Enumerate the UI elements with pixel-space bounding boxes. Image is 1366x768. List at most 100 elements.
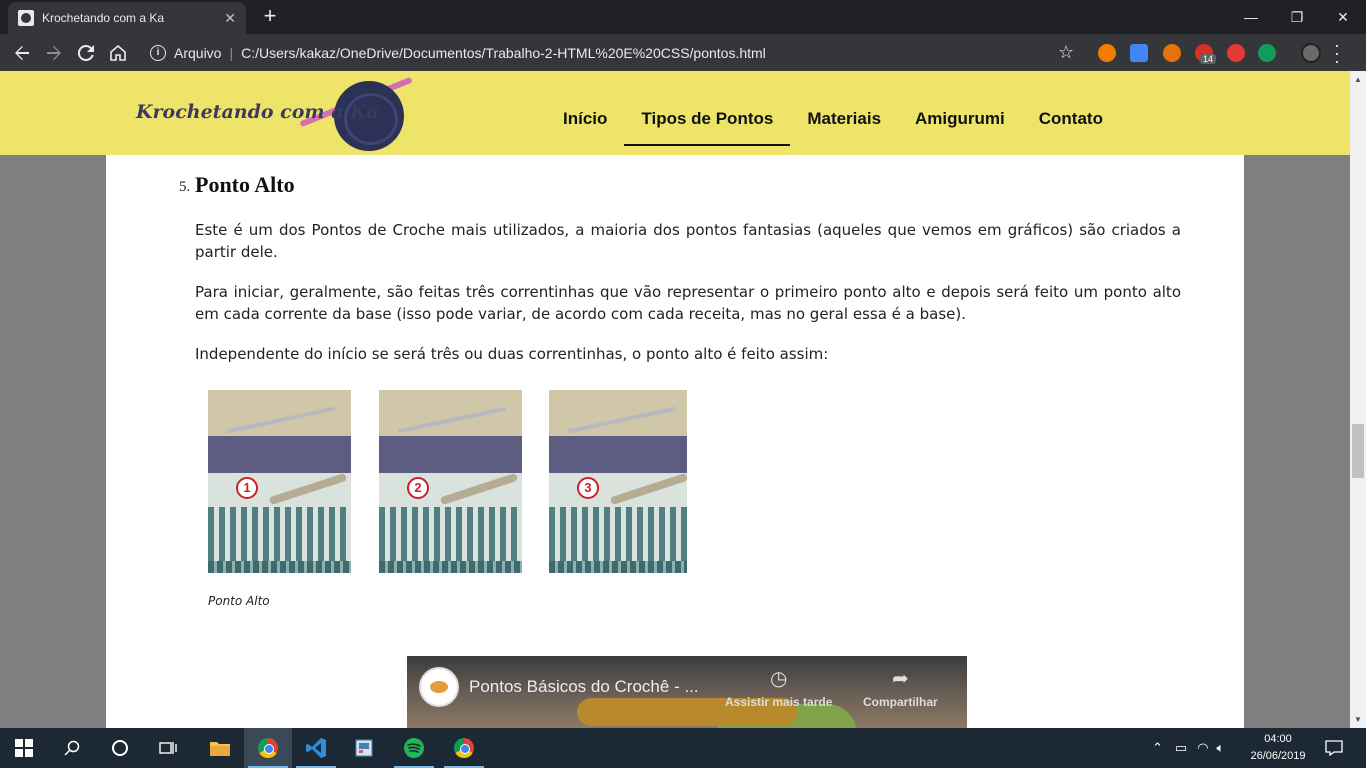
- browser-tab[interactable]: Krochetando com a Ka ✕: [8, 2, 246, 34]
- video-title[interactable]: Pontos Básicos do Crochê - ...: [469, 677, 699, 697]
- browser-tab-strip: Krochetando com a Ka ✕ + — ❐ ✕: [0, 0, 1366, 34]
- stitch-photo: [379, 390, 522, 473]
- reload-button[interactable]: [70, 37, 102, 69]
- site-info-icon[interactable]: i: [150, 44, 166, 61]
- windows-taskbar: ⌃ ▭ ◠ 🔈︎ 04:00 26/06/2019: [0, 728, 1366, 768]
- youtube-icon[interactable]: [1227, 44, 1245, 62]
- page-viewport: Krochetando com a Ka Início Tipos de Pon…: [0, 71, 1350, 728]
- hook-icon: [439, 472, 519, 506]
- chrome-taskbar-button[interactable]: [244, 728, 292, 768]
- nav-tipos-de-pontos[interactable]: Tipos de Pontos: [624, 80, 791, 146]
- notification-badge: 14: [1200, 54, 1217, 64]
- channel-avatar[interactable]: [419, 667, 459, 707]
- battery-icon[interactable]: ▭: [1175, 740, 1187, 756]
- minimize-button[interactable]: —: [1228, 0, 1274, 34]
- list-number: 5.: [179, 179, 191, 195]
- nav-amigurumi[interactable]: Amigurumi: [898, 80, 1022, 146]
- cortana-icon[interactable]: [96, 728, 144, 768]
- clock-date: 26/06/2019: [1250, 750, 1306, 762]
- scroll-up-icon[interactable]: ▲: [1354, 75, 1362, 84]
- home-icon: [110, 44, 126, 61]
- forward-button[interactable]: [38, 37, 70, 69]
- stitch-photo: [208, 390, 351, 473]
- browser-toolbar: i Arquivo | C:/Users/kakaz/OneDrive/Docu…: [0, 34, 1366, 71]
- step-number-badge: 2: [407, 477, 429, 499]
- close-window-button[interactable]: ✕: [1320, 0, 1366, 34]
- nav-contato[interactable]: Contato: [1022, 80, 1120, 146]
- browser-menu-icon[interactable]: · · ·: [1334, 36, 1340, 70]
- chrome-icon-2: [454, 738, 474, 758]
- clock-icon: ◷: [769, 668, 788, 690]
- profile-avatar[interactable]: [1301, 43, 1321, 63]
- system-tray: ⌃ ▭ ◠ 🔈︎: [1152, 728, 1224, 768]
- file-explorer-icon[interactable]: [196, 728, 244, 768]
- stitch-step-image-1: 1: [208, 390, 351, 573]
- site-logo[interactable]: Krochetando com a Ka: [136, 101, 379, 123]
- translate-icon[interactable]: [1130, 44, 1148, 62]
- hook-icon: [268, 472, 348, 506]
- watch-later-label: Assistir mais tarde: [725, 695, 833, 709]
- chrome-taskbar-button-2[interactable]: [440, 728, 488, 768]
- bookmark-star-icon[interactable]: ☆: [1058, 42, 1074, 63]
- stitch-diagram: 1: [208, 472, 351, 573]
- scroll-down-icon[interactable]: ▼: [1354, 715, 1362, 724]
- paint-icon: [355, 739, 373, 757]
- main-content: 5. Ponto Alto Este é um dos Pontos de Cr…: [106, 155, 1244, 728]
- maximize-button[interactable]: ❐: [1274, 0, 1320, 34]
- paint-taskbar-button[interactable]: [340, 728, 388, 768]
- youtube-video-embed[interactable]: Pontos Básicos do Crochê - ... ◷ Assisti…: [407, 656, 967, 728]
- paragraph-instructions: Independente do início se será três ou d…: [195, 345, 829, 363]
- volume-icon[interactable]: 🔈︎: [1217, 740, 1225, 756]
- taskbar-clock[interactable]: 04:00 26/06/2019: [1248, 731, 1308, 765]
- chat-icon[interactable]: [1258, 44, 1276, 62]
- start-button[interactable]: [0, 728, 48, 768]
- step-number-badge: 3: [577, 477, 599, 499]
- step-number-badge: 1: [236, 477, 258, 499]
- reload-icon: [78, 44, 94, 61]
- stitch-photo: [549, 390, 687, 473]
- paragraph-intro: Este é um dos Pontos de Croche mais util…: [195, 221, 1181, 261]
- site-header: Krochetando com a Ka Início Tipos de Pon…: [0, 71, 1350, 155]
- chrome-icon: [258, 738, 278, 758]
- nav-inicio[interactable]: Início: [546, 80, 624, 146]
- watch-later-button[interactable]: ◷ Assistir mais tarde: [725, 666, 832, 709]
- wifi-icon[interactable]: ◠: [1197, 740, 1208, 756]
- stitch-step-image-2: 2: [379, 390, 522, 573]
- nav-materiais[interactable]: Materiais: [790, 80, 898, 146]
- vscode-taskbar-button[interactable]: [292, 728, 340, 768]
- figure-caption: Ponto Alto: [208, 594, 270, 608]
- clock-time: 04:00: [1264, 733, 1292, 745]
- search-icon[interactable]: [48, 728, 96, 768]
- address-bar[interactable]: i Arquivo | C:/Users/kakaz/OneDrive/Docu…: [140, 38, 1086, 67]
- share-button[interactable]: ➦ Compartilhar: [863, 666, 938, 709]
- new-tab-button[interactable]: +: [258, 4, 282, 28]
- tab-title: Krochetando com a Ka: [42, 11, 165, 25]
- arrow-right-icon: [47, 45, 61, 60]
- fire-icon[interactable]: [1163, 44, 1181, 62]
- vscode-icon: [306, 738, 326, 758]
- play-icon[interactable]: [1098, 44, 1116, 62]
- address-url: C:/Users/kakaz/OneDrive/Documentos/Traba…: [241, 44, 766, 61]
- tab-close-icon[interactable]: ✕: [224, 10, 236, 27]
- spotify-icon: [404, 738, 424, 758]
- section-heading: Ponto Alto: [195, 172, 295, 197]
- task-view-icon[interactable]: [144, 728, 192, 768]
- stitch-diagram: 2: [379, 472, 522, 573]
- share-label: Compartilhar: [863, 695, 938, 709]
- main-nav: Início Tipos de Pontos Materiais Amiguru…: [546, 71, 1120, 155]
- stitch-diagram: 3: [549, 472, 687, 573]
- address-prefix: Arquivo: [174, 44, 222, 61]
- windows-logo-icon: [15, 739, 33, 757]
- home-button[interactable]: [102, 37, 134, 69]
- tray-chevron-up-icon[interactable]: ⌃: [1152, 740, 1163, 756]
- paragraph-how-to-start: Para iniciar, geralmente, são feitas trê…: [195, 283, 1181, 323]
- hook-icon: [609, 472, 687, 506]
- site-favicon-icon: [18, 10, 34, 26]
- notifications-icon[interactable]: [1310, 728, 1358, 768]
- stitch-step-image-3: 3: [549, 390, 687, 573]
- page-scrollbar[interactable]: ▲ ▼: [1350, 71, 1366, 728]
- back-button[interactable]: [6, 37, 38, 69]
- share-icon: ➦: [891, 668, 909, 690]
- scrollbar-thumb[interactable]: [1352, 424, 1364, 478]
- spotify-taskbar-button[interactable]: [390, 728, 438, 768]
